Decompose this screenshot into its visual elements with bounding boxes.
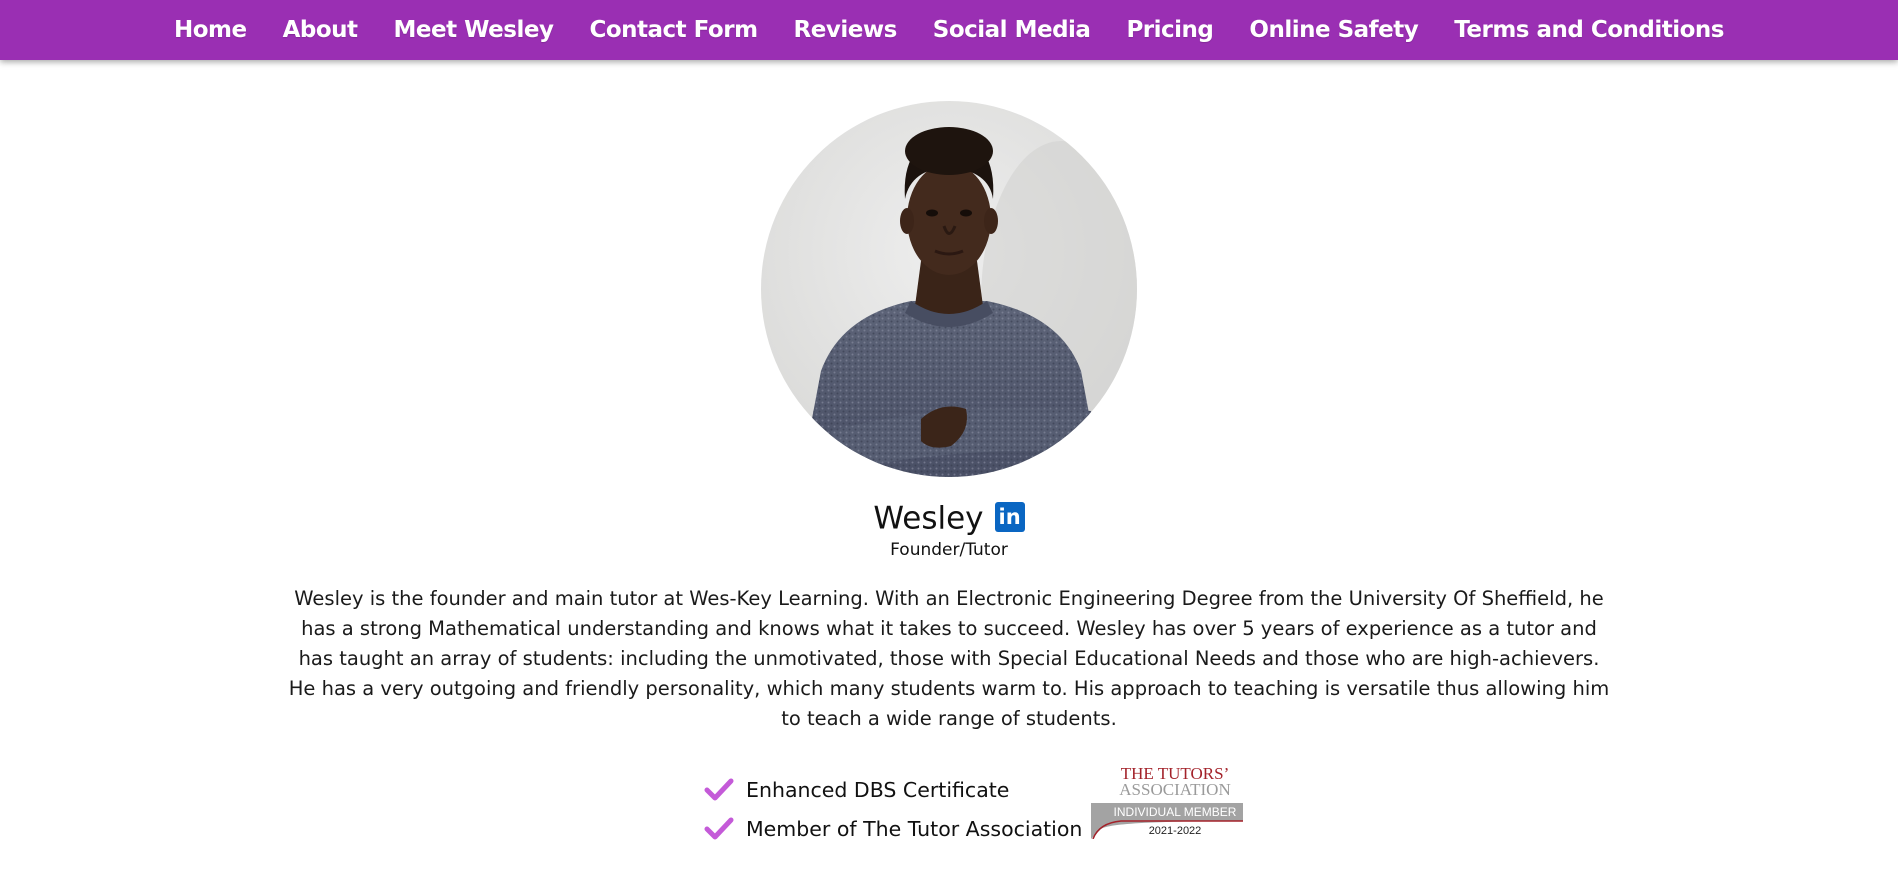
qualification-label: Enhanced DBS Certificate [746,777,1010,802]
check-icon [704,778,734,800]
nav-link-terms-and-conditions[interactable]: Terms and Conditions [1454,17,1724,43]
profile-photo-illustration [761,101,1137,477]
qualifications-list: Enhanced DBS Certificate Member of The T… [704,770,1084,848]
linkedin-icon[interactable]: in [994,501,1025,532]
nav-link-online-safety[interactable]: Online Safety [1249,17,1418,43]
profile-role: Founder/Tutor [890,540,1008,560]
nav-link-meet-wesley[interactable]: Meet Wesley [394,17,554,43]
nav-link-pricing[interactable]: Pricing [1126,17,1213,43]
list-item: Enhanced DBS Certificate [704,770,1084,809]
nav-link-about[interactable]: About [283,17,358,43]
profile-bio: Wesley is the founder and main tutor at … [288,587,1610,730]
badge-line-2: ASSOCIATION [1119,780,1230,799]
qualification-label: Member of The Tutor Association [746,816,1083,841]
profile-photo [761,101,1137,477]
top-navigation-bar: Home About Meet Wesley Contact Form Revi… [0,0,1898,60]
nav-link-contact-form[interactable]: Contact Form [589,17,758,43]
badge-line-4: 2021-2022 [1149,825,1202,837]
nav-link-reviews[interactable]: Reviews [794,17,898,43]
nav-link-home[interactable]: Home [174,17,247,43]
badge-line-3: INDIVIDUAL MEMBER [1114,805,1237,819]
profile-name: Wesley [873,500,984,537]
tutors-association-badge: THE TUTORS’ ASSOCIATION INDIVIDUAL MEMBE… [1091,764,1243,839]
list-item: Member of The Tutor Association [704,809,1084,848]
profile-name-row: Wesley in [0,497,1898,540]
nav-link-social-media[interactable]: Social Media [933,17,1091,43]
check-icon [704,817,734,839]
